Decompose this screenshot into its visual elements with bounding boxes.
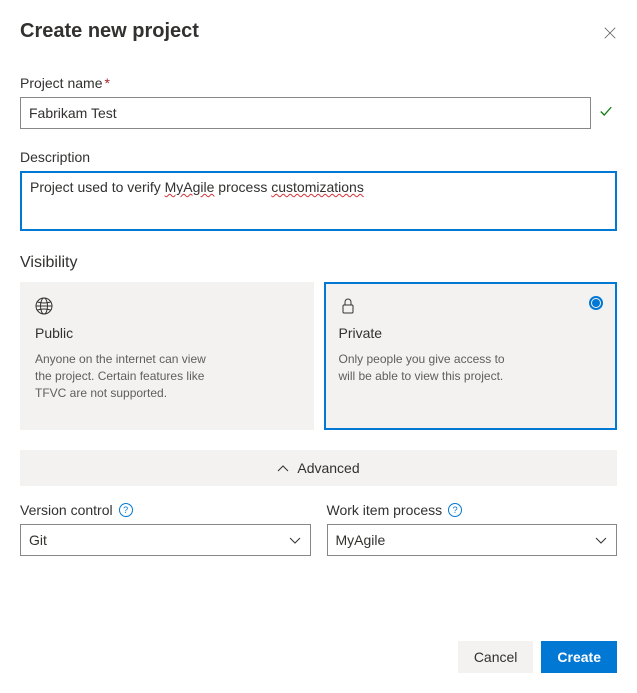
project-name-input[interactable] bbox=[20, 97, 591, 129]
work-item-process-value: MyAgile bbox=[336, 532, 386, 548]
cancel-button[interactable]: Cancel bbox=[458, 641, 534, 673]
description-textarea[interactable] bbox=[20, 171, 617, 231]
required-asterisk: * bbox=[104, 75, 109, 91]
public-description: Anyone on the internet can view the proj… bbox=[35, 351, 215, 401]
description-label: Description bbox=[20, 149, 617, 165]
close-button[interactable] bbox=[601, 24, 617, 40]
globe-icon bbox=[35, 297, 53, 315]
project-name-label-text: Project name bbox=[20, 75, 102, 91]
version-control-value: Git bbox=[29, 532, 47, 548]
work-item-process-label: Work item process bbox=[327, 502, 443, 518]
page-title: Create new project bbox=[20, 20, 199, 43]
lock-icon bbox=[339, 297, 357, 315]
project-name-label: Project name* bbox=[20, 75, 617, 91]
help-icon[interactable]: ? bbox=[448, 503, 462, 517]
version-control-label: Version control bbox=[20, 502, 113, 518]
version-control-select[interactable]: Git bbox=[20, 524, 311, 556]
visibility-card-public[interactable]: Public Anyone on the internet can view t… bbox=[20, 282, 314, 430]
check-icon bbox=[599, 105, 613, 122]
public-title: Public bbox=[35, 325, 299, 341]
visibility-label: Visibility bbox=[20, 254, 617, 272]
advanced-toggle[interactable]: Advanced bbox=[20, 450, 617, 486]
private-title: Private bbox=[339, 325, 603, 341]
advanced-label: Advanced bbox=[297, 460, 359, 476]
radio-selected-icon bbox=[589, 296, 603, 310]
chevron-up-icon bbox=[277, 460, 289, 476]
work-item-process-select[interactable]: MyAgile bbox=[327, 524, 618, 556]
visibility-card-private[interactable]: Private Only people you give access to w… bbox=[324, 282, 618, 430]
help-icon[interactable]: ? bbox=[119, 503, 133, 517]
private-description: Only people you give access to will be a… bbox=[339, 351, 519, 385]
create-button[interactable]: Create bbox=[541, 641, 617, 673]
close-icon bbox=[603, 26, 617, 40]
